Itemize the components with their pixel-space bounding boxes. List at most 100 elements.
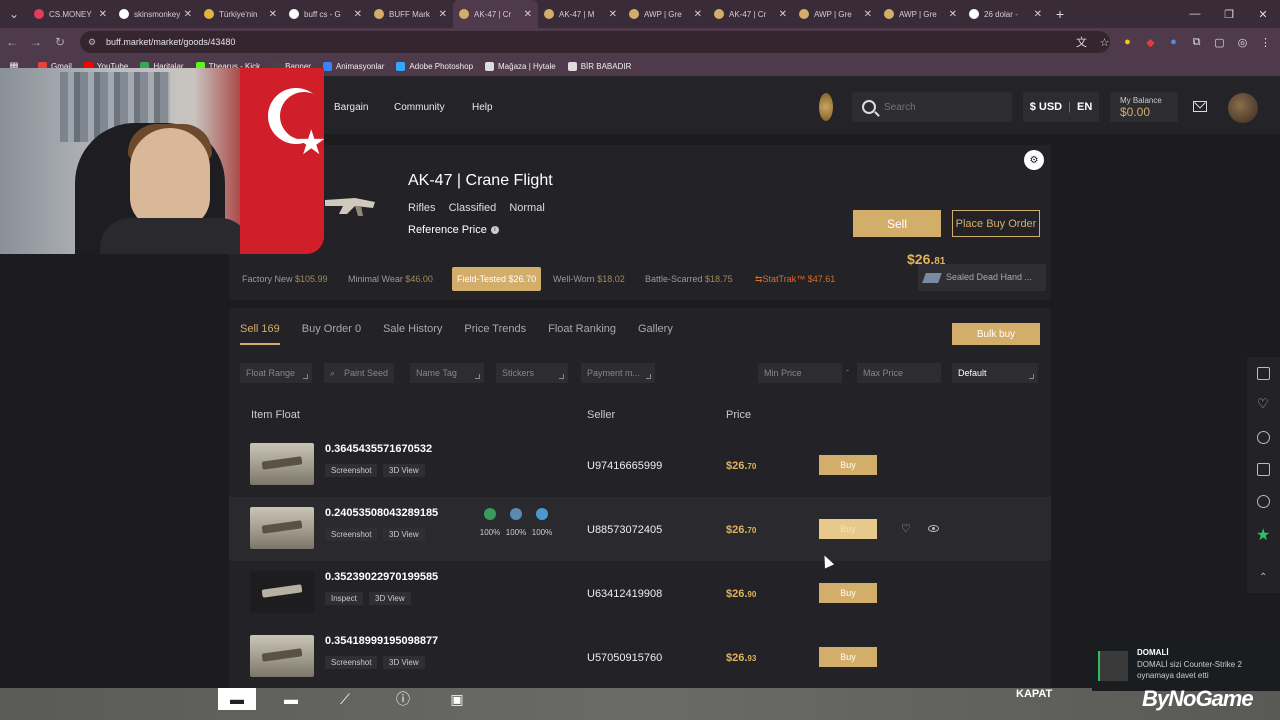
wear-option[interactable]: Field-Tested $26.70 (452, 267, 542, 291)
item-thumbnail[interactable] (250, 635, 314, 677)
seller-id[interactable]: U88573072405 (587, 524, 662, 536)
url-field[interactable]: ⚙ buff.market/market/goods/43480 (80, 31, 1110, 53)
extension3-icon[interactable]: ● (1162, 36, 1185, 48)
tab-close-icon[interactable]: ✕ (609, 9, 617, 20)
sticker[interactable]: 100% (529, 508, 555, 537)
restore-icon[interactable]: ❐ (1212, 0, 1246, 28)
listing-tab[interactable]: Sale History (383, 323, 442, 345)
translate-icon[interactable]: 文 (1070, 34, 1093, 50)
rifle-icon[interactable]: ▬ (272, 688, 310, 710)
extension-icon[interactable]: ● (1116, 36, 1139, 48)
3d-view-button[interactable]: 3D View (383, 656, 425, 669)
sell-button[interactable]: Sell (853, 210, 941, 237)
payment-method-filter[interactable]: Payment m... (581, 363, 655, 383)
coin-icon[interactable] (819, 93, 833, 121)
item-thumbnail[interactable] (250, 571, 314, 613)
browser-tab[interactable]: skinsmonkey ✕ (113, 0, 198, 28)
browser-tab[interactable]: buff cs - G ✕ (283, 0, 368, 28)
user-avatar[interactable] (1228, 93, 1258, 123)
browser-tab[interactable]: Türkiye'nin ✕ (198, 0, 283, 28)
search-input[interactable] (884, 101, 994, 113)
balance-box[interactable]: My Balance $0.00 (1110, 92, 1178, 122)
browser-tab[interactable]: AK-47 | Cr ✕ (453, 0, 538, 28)
wear-option[interactable]: Battle-Scarred $18.75 (640, 267, 738, 291)
place-buy-order-button[interactable]: Place Buy Order (952, 210, 1040, 237)
info-icon[interactable]: i (490, 226, 499, 234)
name-tag-filter[interactable]: Name Tag (410, 363, 484, 383)
tab-close-icon[interactable]: ✕ (779, 9, 787, 20)
new-tab-button[interactable]: + (1048, 6, 1072, 22)
tab-group-icon[interactable]: ▢ (1208, 36, 1231, 49)
bookmark-item[interactable]: Animasyonlar (322, 61, 384, 71)
stickers-filter[interactable]: Stickers (496, 363, 568, 383)
wear-option[interactable]: Minimal Wear $46.00 (343, 267, 438, 291)
extension2-icon[interactable]: ◆ (1139, 36, 1162, 49)
reload-icon[interactable]: ↻ (48, 35, 72, 49)
back-icon[interactable]: ← (0, 35, 24, 49)
extensions-puzzle-icon[interactable]: ⧉ (1185, 36, 1208, 49)
paint-seed-filter[interactable]: ⌕ Paint Seed (324, 363, 394, 383)
tab-close-icon[interactable]: ✕ (354, 9, 362, 20)
tab-close-icon[interactable]: ✕ (949, 9, 957, 20)
buy-button[interactable]: Buy (819, 519, 877, 539)
tab-close-icon[interactable]: ✕ (184, 9, 192, 20)
forward-icon[interactable]: → (24, 35, 48, 49)
trustpilot-star-icon[interactable]: ★ (1256, 525, 1270, 545)
steam-icon[interactable]: ⚙ (1024, 150, 1044, 170)
minimize-icon[interactable]: — (1178, 0, 1212, 28)
browser-tab[interactable]: BUFF Mark ✕ (368, 0, 453, 28)
buy-button[interactable]: Buy (819, 583, 877, 603)
image-icon[interactable]: ▣ (438, 688, 476, 710)
item-thumbnail[interactable] (250, 443, 314, 485)
screenshot-button[interactable]: Inspect (325, 592, 363, 605)
3d-view-button[interactable]: 3D View (369, 592, 411, 605)
mail-icon[interactable] (1193, 101, 1207, 112)
wear-option[interactable]: Well-Worn $18.02 (548, 267, 630, 291)
close-window-icon[interactable]: ✕ (1246, 0, 1280, 28)
tab-close-icon[interactable]: ✕ (864, 9, 872, 20)
bookmark-item[interactable]: Adobe Photoshop (396, 61, 473, 71)
bulk-buy-button[interactable]: Bulk buy (952, 323, 1040, 345)
max-price-input[interactable]: Max Price (857, 363, 941, 383)
run-icon[interactable]: ⟋ (326, 688, 364, 710)
screenshot-button[interactable]: Screenshot (325, 464, 378, 477)
tab-close-icon[interactable]: ✕ (524, 9, 532, 20)
info-circle-icon[interactable]: ⓘ (384, 688, 422, 710)
browser-tab[interactable]: CS.MONEY ✕ (28, 0, 113, 28)
tab-close-icon[interactable]: ✕ (269, 9, 277, 20)
min-price-input[interactable]: Min Price (758, 363, 842, 383)
bookmark-star-icon[interactable]: ☆ (1093, 36, 1116, 49)
nav-bargain[interactable]: Bargain (334, 102, 368, 113)
tag-type[interactable]: Rifles (408, 202, 436, 214)
sealed-case-link[interactable]: Sealed Dead Hand ... (918, 264, 1046, 291)
tab-search-icon[interactable]: ⌄ (0, 0, 28, 28)
pistol-icon[interactable]: ▬ (218, 688, 256, 710)
search-box[interactable] (852, 92, 1012, 122)
listing-tab[interactable]: Sell 169 (240, 323, 280, 345)
browser-tab[interactable]: AWP | Gre ✕ (623, 0, 708, 28)
help-icon[interactable] (1257, 431, 1270, 444)
favorite-heart-icon[interactable]: ♡ (901, 522, 911, 535)
seller-id[interactable]: U97416665999 (587, 460, 662, 472)
close-overlay-label[interactable]: KAPAT (1016, 688, 1052, 700)
profile-icon[interactable]: ◎ (1231, 36, 1254, 49)
browser-tab[interactable]: 26 dolar - ✕ (963, 0, 1048, 28)
twitter-icon[interactable] (1257, 495, 1270, 508)
3d-view-button[interactable]: 3D View (383, 528, 425, 541)
phone-icon[interactable] (1257, 367, 1270, 380)
nav-help[interactable]: Help (472, 102, 493, 113)
tab-close-icon[interactable]: ✕ (1034, 9, 1042, 20)
currency-language-switch[interactable]: $ USD | EN (1023, 92, 1099, 122)
screenshot-button[interactable]: Screenshot (325, 528, 378, 541)
bookmark-item[interactable]: Mağaza | Hytale (485, 61, 556, 71)
seller-id[interactable]: U57050915760 (587, 652, 662, 664)
listing-tab[interactable]: Buy Order 0 (302, 323, 361, 345)
screenshot-button[interactable]: Screenshot (325, 656, 378, 669)
seller-id[interactable]: U63412419908 (587, 588, 662, 600)
sticker[interactable]: 100% (503, 508, 529, 537)
scroll-top-icon[interactable]: ⌃ (1259, 572, 1267, 583)
listing-tab[interactable]: Price Trends (464, 323, 526, 345)
tag-rarity[interactable]: Classified (449, 202, 497, 214)
sort-select[interactable]: Default (952, 363, 1038, 383)
browser-tab[interactable]: AWP | Gre ✕ (878, 0, 963, 28)
